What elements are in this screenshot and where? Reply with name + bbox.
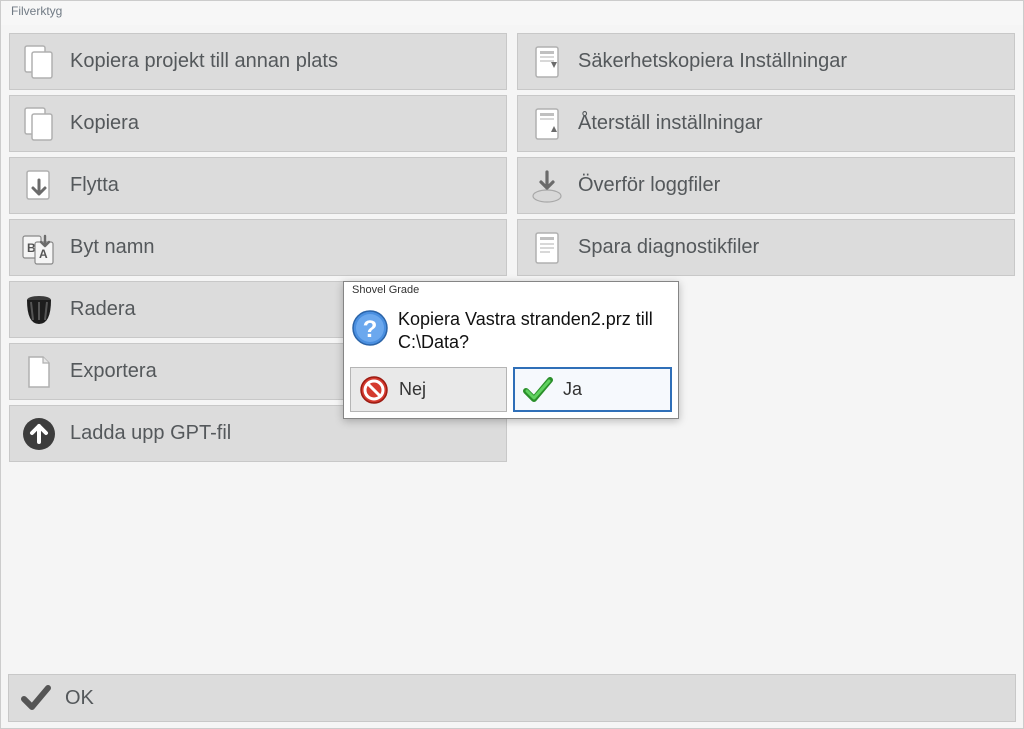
transfer-logs-label: Överför loggfiler [578,174,720,197]
trash-icon [18,289,60,331]
move-button[interactable]: Flytta [9,157,507,214]
copy-project-label: Kopiera projekt till annan plats [70,50,338,73]
question-icon: ? [350,308,390,348]
copy-label: Kopiera [70,112,139,135]
svg-text:?: ? [363,316,378,343]
dialog-yes-button[interactable]: Ja [513,367,672,412]
copy-button[interactable]: Kopiera [9,95,507,152]
move-label: Flytta [70,174,119,197]
transfer-logs-button[interactable]: Överför loggfiler [517,157,1015,214]
rename-label: Byt namn [70,236,154,259]
dialog-no-button[interactable]: Nej [350,367,507,412]
restore-settings-button[interactable]: Återställ inställningar [517,95,1015,152]
no-icon [357,373,391,407]
settings-doc-icon [526,41,568,83]
restore-settings-label: Återställ inställningar [578,112,763,135]
svg-text:A: A [39,247,48,261]
download-drive-icon [526,165,568,207]
restore-doc-icon [526,103,568,145]
export-label: Exportera [70,360,157,383]
save-diagnostics-button[interactable]: Spara diagnostikfiler [517,219,1015,276]
dialog-no-label: Nej [399,379,426,400]
yes-check-icon [521,373,555,407]
backup-settings-button[interactable]: Säkerhetskopiera Inställningar [517,33,1015,90]
upload-arrow-icon [18,413,60,455]
dialog-yes-label: Ja [563,379,582,400]
rename-button[interactable]: B A Byt namn [9,219,507,276]
ok-button[interactable]: OK [8,674,1016,722]
copy-docs-icon [18,41,60,83]
upload-gpt-label: Ladda upp GPT-fil [70,422,231,445]
diagnostics-doc-icon [526,227,568,269]
dialog-title: Shovel Grade [344,282,678,302]
dialog-buttons: Nej Ja [344,363,678,418]
ok-label: OK [65,687,94,710]
confirm-dialog: Shovel Grade ? Kopiera Vastra stranden2.… [343,281,679,419]
dialog-body: ? Kopiera Vastra stranden2.prz till C:\D… [344,302,678,363]
rename-icon: B A [18,227,60,269]
backup-settings-label: Säkerhetskopiera Inställningar [578,50,847,73]
ok-check-icon [17,679,55,717]
copy-project-button[interactable]: Kopiera projekt till annan plats [9,33,507,90]
export-doc-icon [18,351,60,393]
move-doc-icon [18,165,60,207]
dialog-message: Kopiera Vastra stranden2.prz till C:\Dat… [398,308,668,353]
save-diagnostics-label: Spara diagnostikfiler [578,236,759,259]
copy-docs-icon [18,103,60,145]
window-title: Filverktyg [1,1,1023,25]
delete-label: Radera [70,298,136,321]
